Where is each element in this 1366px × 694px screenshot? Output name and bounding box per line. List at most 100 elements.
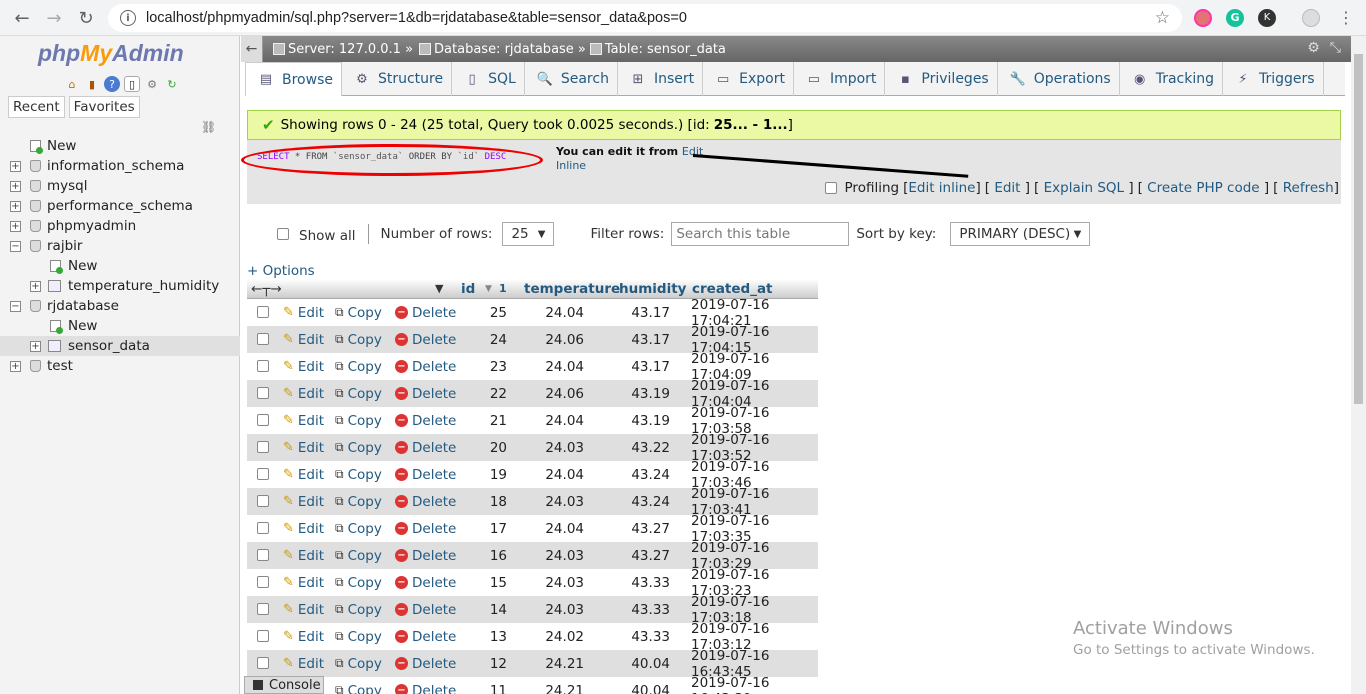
edit-button[interactable]: ✎Edit	[283, 332, 324, 348]
options-toggle[interactable]: + Options	[247, 263, 315, 279]
row-checkbox[interactable]	[257, 441, 269, 453]
grammarly-icon[interactable]: G	[1226, 9, 1244, 27]
cell-id[interactable]: 25	[490, 305, 507, 321]
menu-icon[interactable]: ⋮	[1338, 8, 1354, 27]
row-checkbox[interactable]	[257, 603, 269, 615]
breadcrumb-server[interactable]: Server: 127.0.0.1 »	[273, 42, 413, 57]
copy-button[interactable]: ⧉ Copy	[335, 629, 382, 645]
copy-button[interactable]: ⧉ Copy	[335, 548, 382, 564]
row-checkbox[interactable]	[257, 630, 269, 642]
delete-button[interactable]: − Delete	[395, 359, 456, 375]
header-id[interactable]: id	[461, 281, 475, 297]
cell-temperature[interactable]: 24.03	[545, 602, 584, 618]
cell-temperature[interactable]: 24.21	[545, 683, 584, 694]
cell-id[interactable]: 18	[490, 494, 507, 510]
home-icon[interactable]: ⌂	[64, 76, 80, 92]
tab-tracking[interactable]: ◉ Tracking	[1120, 62, 1223, 96]
cell-id[interactable]: 14	[490, 602, 507, 618]
address-bar[interactable]: i localhost/phpmyadmin/sql.php?server=1&…	[108, 4, 1182, 32]
cell-id[interactable]: 24	[490, 332, 507, 348]
expand-icon[interactable]: +	[10, 200, 21, 212]
cell-temperature[interactable]: 24.06	[545, 332, 584, 348]
copy-button[interactable]: ⧉ Copy	[335, 467, 382, 483]
copy-button[interactable]: ⧉ Copy	[335, 521, 382, 537]
cell-temperature[interactable]: 24.04	[545, 305, 584, 321]
copy-button[interactable]: ⧉ Copy	[335, 494, 382, 510]
scrollbar-thumb[interactable]	[1354, 54, 1363, 404]
back-icon[interactable]: ←	[6, 2, 38, 34]
cell-id[interactable]: 11	[490, 683, 507, 694]
edit-button[interactable]: ✎Edit	[283, 386, 324, 402]
cell-humidity[interactable]: 40.04	[631, 683, 670, 694]
copy-button[interactable]: ⧉ Copy	[335, 575, 382, 591]
info-icon[interactable]: i	[120, 10, 136, 26]
tab-privileges[interactable]: ▪ Privileges	[885, 62, 998, 96]
cell-id[interactable]: 13	[490, 629, 507, 645]
delete-button[interactable]: − Delete	[395, 683, 456, 694]
row-checkbox[interactable]	[257, 414, 269, 426]
cell-humidity[interactable]: 43.24	[631, 494, 670, 510]
tree-item-rajbir[interactable]: − rajbir	[0, 236, 240, 256]
delete-button[interactable]: − Delete	[395, 548, 456, 564]
collapse-icon[interactable]: −	[10, 240, 21, 252]
cell-temperature[interactable]: 24.06	[545, 386, 584, 402]
delete-button[interactable]: − Delete	[395, 575, 456, 591]
avatar[interactable]	[1302, 9, 1320, 27]
tab-browse[interactable]: ▤ Browse	[245, 62, 342, 96]
console-toggle[interactable]: Console	[244, 676, 324, 694]
cell-humidity[interactable]: 43.17	[631, 359, 670, 375]
collapse-icon[interactable]: −	[10, 300, 21, 312]
expand-icon[interactable]: +	[10, 160, 21, 172]
settings-icon[interactable]: ⚙	[144, 76, 160, 92]
cell-id[interactable]: 17	[490, 521, 507, 537]
sort-by-key-select[interactable]: PRIMARY (DESC) ▼	[950, 222, 1091, 246]
copy-button[interactable]: ⧉ Copy	[335, 656, 382, 672]
cell-id[interactable]: 15	[490, 575, 507, 591]
tab-structure[interactable]: ⚙ Structure	[342, 62, 453, 96]
breadcrumb-database[interactable]: Database: rjdatabase »	[419, 42, 586, 57]
filter-rows-input[interactable]: Search this table	[671, 222, 850, 246]
gear-icon[interactable]: ⚙	[1307, 40, 1320, 56]
row-checkbox[interactable]	[257, 468, 269, 480]
cell-humidity[interactable]: 43.27	[631, 548, 670, 564]
sort-desc-icon[interactable]: ▼	[485, 284, 492, 294]
breadcrumb-table[interactable]: Table: sensor_data	[589, 42, 726, 57]
row-checkbox[interactable]	[257, 333, 269, 345]
column-resize-arrows-icon[interactable]: ←┬→	[251, 281, 282, 297]
expand-icon[interactable]: +	[10, 360, 21, 372]
row-checkbox[interactable]	[257, 522, 269, 534]
bookmark-star-icon[interactable]: ☆	[1155, 8, 1170, 28]
show-all-checkbox[interactable]	[277, 228, 289, 240]
delete-button[interactable]: − Delete	[395, 413, 456, 429]
edit-button[interactable]: ✎Edit	[283, 575, 324, 591]
row-checkbox[interactable]	[257, 387, 269, 399]
tree-item-test[interactable]: + test	[0, 356, 240, 376]
cell-humidity[interactable]: 43.17	[631, 332, 670, 348]
refresh-icon[interactable]: ↻	[164, 76, 180, 92]
cell-humidity[interactable]: 43.33	[631, 575, 670, 591]
cell-temperature[interactable]: 24.03	[545, 440, 584, 456]
tree-item-New[interactable]: New	[0, 136, 240, 156]
expand-icon[interactable]: +	[30, 280, 41, 292]
profiling-checkbox[interactable]	[824, 182, 837, 194]
tab-export[interactable]: ▭ Export	[703, 62, 794, 96]
delete-button[interactable]: − Delete	[395, 602, 456, 618]
cell-humidity[interactable]: 43.33	[631, 602, 670, 618]
delete-button[interactable]: − Delete	[395, 656, 456, 672]
header-humidity[interactable]: humidity	[619, 281, 686, 297]
copy-button[interactable]: ⧉ Copy	[335, 305, 382, 321]
cell-temperature[interactable]: 24.02	[545, 629, 584, 645]
expand-icon[interactable]: +	[30, 340, 41, 352]
create-php-link[interactable]: Create PHP code	[1147, 180, 1259, 196]
copy-button[interactable]: ⧉ Copy	[335, 332, 382, 348]
column-visibility-dropdown-icon[interactable]: ▼	[435, 282, 443, 295]
cell-id[interactable]: 21	[490, 413, 507, 429]
cell-humidity[interactable]: 43.22	[631, 440, 670, 456]
edit-button[interactable]: ✎Edit	[283, 494, 324, 510]
cell-temperature[interactable]: 24.21	[545, 656, 584, 672]
exit-icon[interactable]: ▮	[84, 76, 100, 92]
cell-created-at[interactable]: 2019-07-16 16:43:39	[691, 675, 818, 694]
edit-button[interactable]: ✎Edit	[283, 467, 324, 483]
cell-humidity[interactable]: 43.27	[631, 521, 670, 537]
favorites-tab[interactable]: Favorites	[68, 96, 140, 118]
